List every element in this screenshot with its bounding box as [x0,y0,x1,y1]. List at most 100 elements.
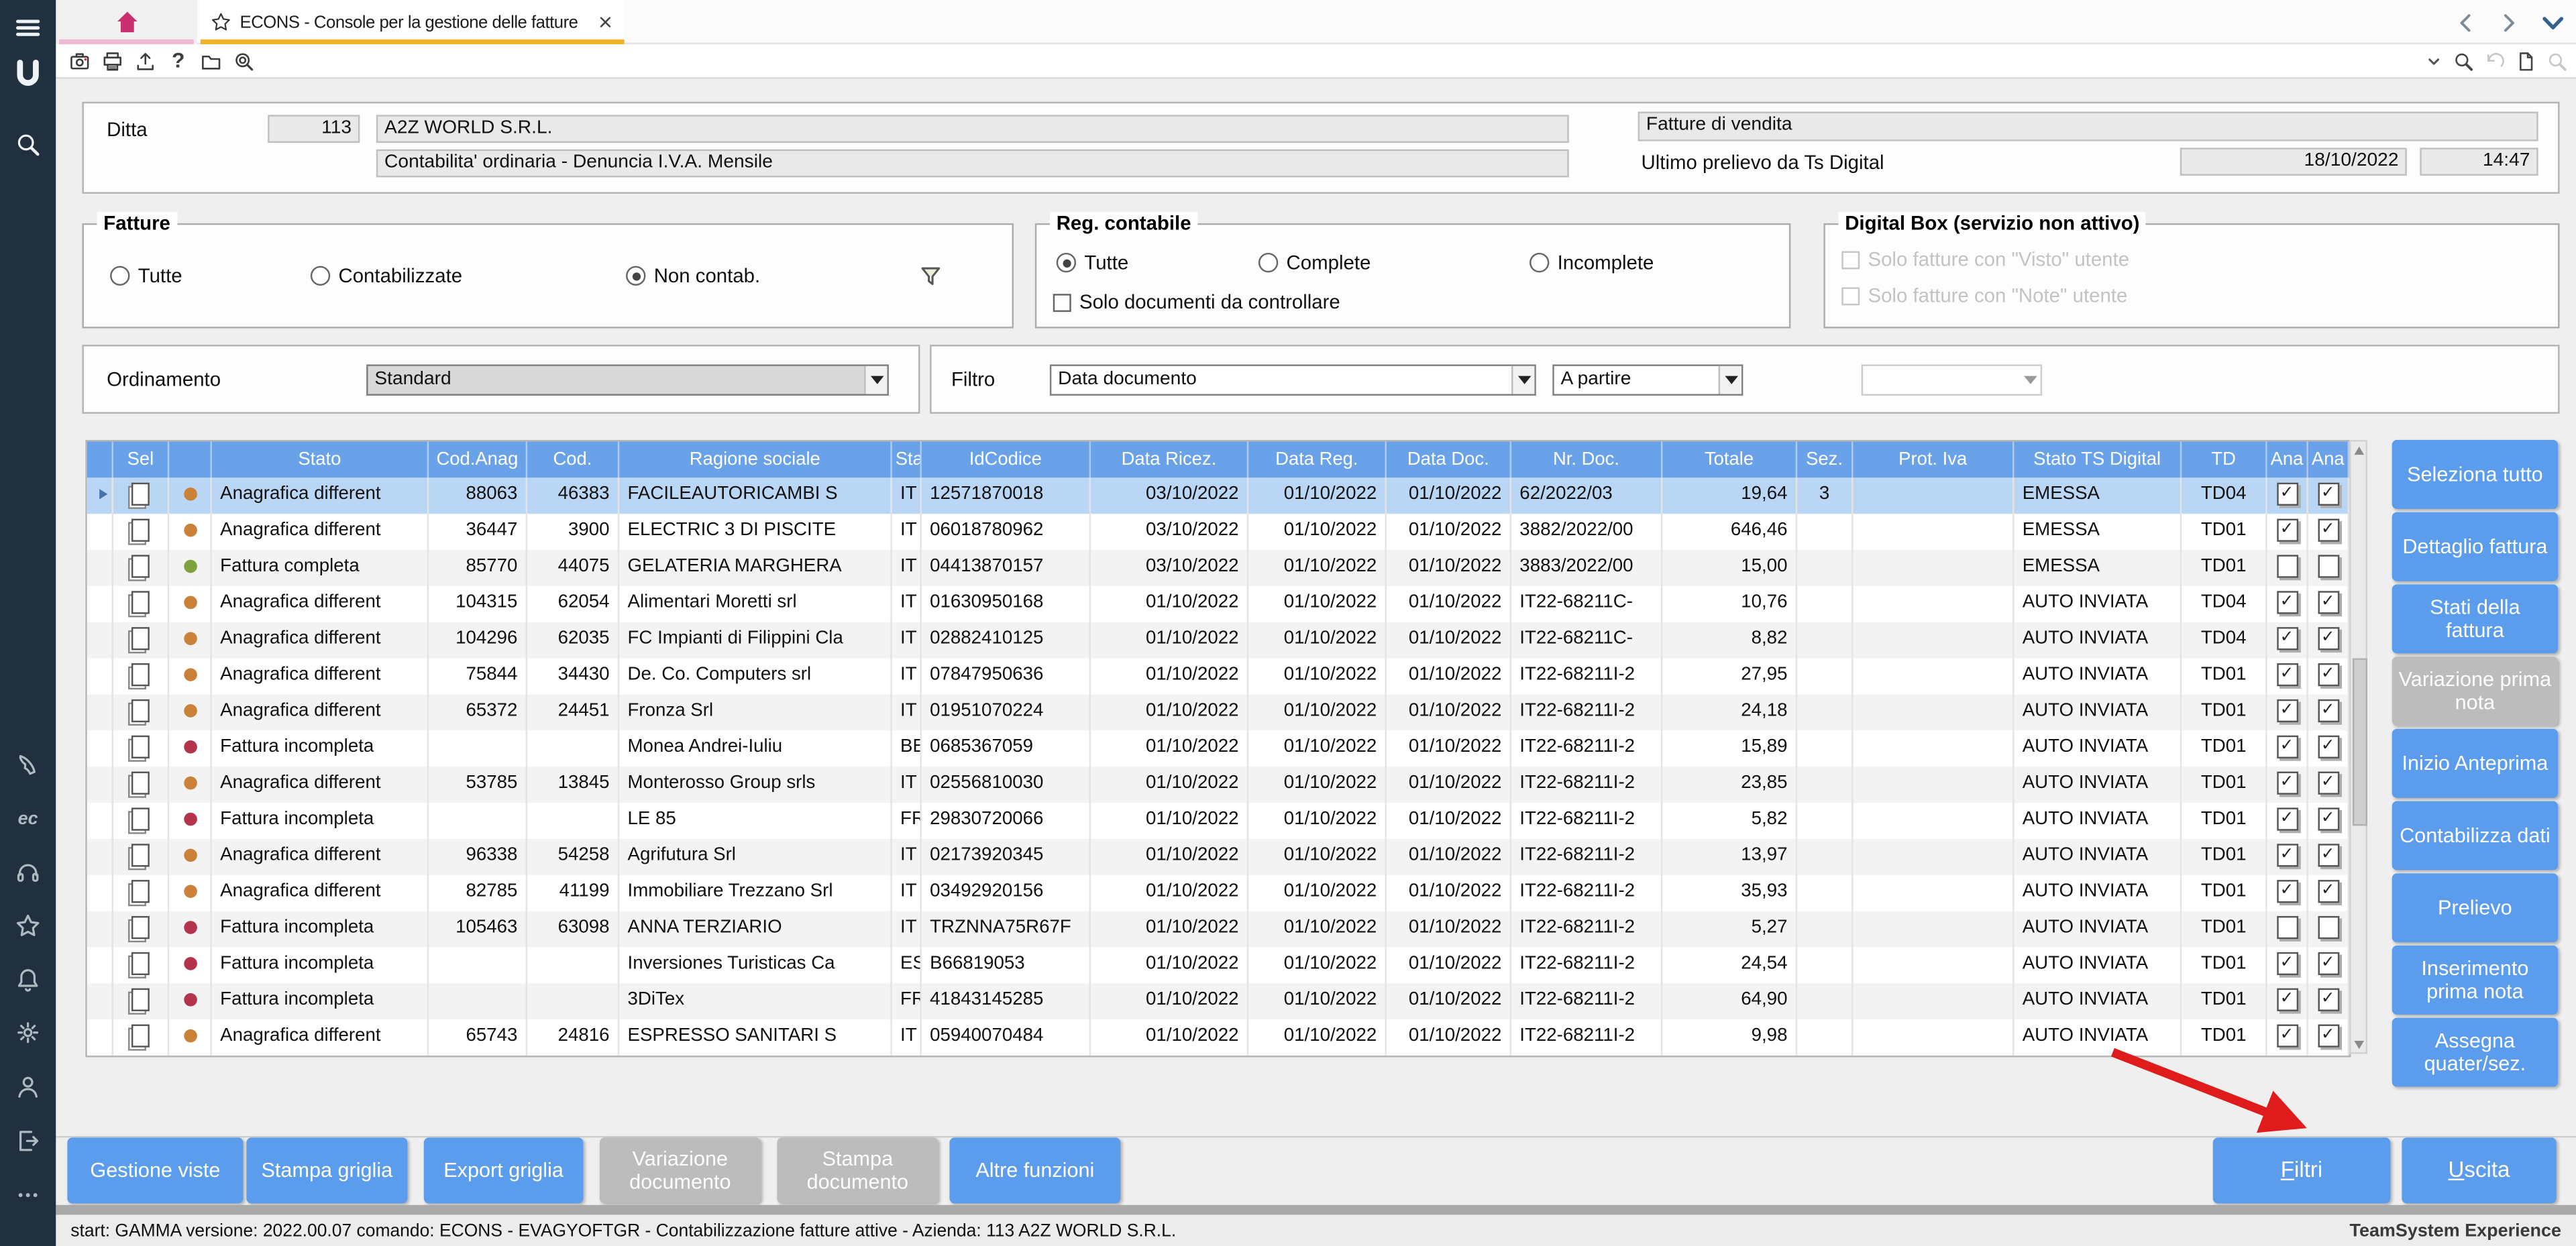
ana-checkbox[interactable]: ✓ [2276,880,2298,903]
table-row[interactable]: Anagrafica different364473900ELECTRIC 3 … [87,514,2349,550]
bottom-button-gestione-viste[interactable]: Gestione viste [67,1137,243,1203]
ana-checkbox[interactable]: ✓ [2317,663,2339,686]
radio-incomplete[interactable]: Incomplete [1529,251,1654,274]
side-button-prelievo[interactable]: Prelievo [2392,873,2558,942]
ana-checkbox[interactable]: ✓ [2276,988,2298,1011]
column-header-stato[interactable]: Stato [212,442,429,478]
row-select-checkbox[interactable] [131,988,150,1011]
radio-circle[interactable] [311,266,330,286]
bottom-button-altre-funzioni[interactable]: Altre funzioni [950,1137,1121,1203]
row-select-checkbox[interactable] [131,880,150,903]
radio-circle[interactable] [1057,253,1076,272]
row-select-checkbox[interactable] [131,1025,150,1047]
radio-complete[interactable]: Complete [1258,251,1371,274]
ana-checkbox[interactable] [2317,916,2339,939]
side-button-inizio-anteprima[interactable]: Inizio Anteprima [2392,729,2558,798]
column-header-prot[interactable]: Prot. Iva [1853,442,2014,478]
ana-checkbox[interactable]: ✓ [2317,736,2339,758]
column-header-ind[interactable] [87,442,113,478]
row-select-checkbox[interactable] [131,952,150,975]
side-button-variazione-prima-nota[interactable]: Variazione prima nota [2392,657,2558,726]
table-row[interactable]: Anagrafica different7584434430De. Co. Co… [87,659,2349,695]
ana-checkbox[interactable]: ✓ [2317,1025,2339,1047]
row-select-checkbox[interactable] [131,591,150,614]
user-icon[interactable] [15,1074,41,1100]
table-row[interactable]: Anagrafica different10431562054Alimentar… [87,586,2349,622]
column-header-ricez[interactable]: Data Ricez. [1091,442,1248,478]
dropdown-arrow-icon[interactable] [864,366,887,394]
bottom-button-export-griglia[interactable]: Export griglia [424,1137,584,1203]
search-light-icon[interactable] [2546,50,2568,72]
ana-checkbox[interactable]: ✓ [2276,591,2298,614]
column-header-id[interactable]: IdCodice [922,442,1091,478]
table-row[interactable]: Fattura completa8577044075GELATERIA MARG… [87,550,2349,586]
side-button-contabilizza-dati[interactable]: Contabilizza dati [2392,801,2558,870]
radio-non-contab-[interactable]: Non contab. [626,264,760,287]
side-button-assegna-quater-sez-[interactable]: Assegna quater/sez. [2392,1018,2558,1087]
row-select-checkbox[interactable] [131,519,150,542]
logout-icon[interactable] [15,1128,41,1154]
row-select-checkbox[interactable] [131,699,150,722]
table-scrollbar[interactable] [2349,440,2367,1054]
column-header-ana2[interactable]: Ana [2308,442,2349,478]
action-button-uscita[interactable]: Uscita [2402,1137,2556,1203]
table-row[interactable]: Anagrafica different8806346383FACILEAUTO… [87,477,2349,514]
zoom-document-icon[interactable] [233,50,255,72]
column-header-tot[interactable]: Totale [1662,442,1797,478]
table-row[interactable]: Fattura incompletaInversiones Turisticas… [87,947,2349,983]
search-icon[interactable] [15,131,41,158]
ana-checkbox[interactable] [2276,555,2298,577]
row-select-checkbox[interactable] [131,483,150,506]
gear-icon[interactable] [15,1019,41,1045]
dropdown-arrow-icon[interactable] [1511,366,1534,394]
bottom-button-variazione-documento[interactable]: Variazione documento [600,1137,761,1203]
more-dots-icon[interactable] [15,1182,41,1208]
table-row[interactable]: Anagrafica different6574324816ESPRESSO S… [87,1019,2349,1056]
upload-icon[interactable] [135,50,156,72]
bottom-button-stampa-griglia[interactable]: Stampa griglia [246,1137,407,1203]
ana-checkbox[interactable]: ✓ [2317,699,2339,722]
ana-checkbox[interactable]: ✓ [2317,952,2339,975]
chevron-right-icon[interactable] [2497,11,2520,34]
row-select-checkbox[interactable] [131,555,150,577]
bell-icon[interactable] [15,967,41,993]
filtro-modo-select[interactable]: A partire [1552,364,1743,396]
ana-checkbox[interactable]: ✓ [2276,519,2298,542]
star-icon[interactable] [15,913,41,939]
document-icon[interactable] [2515,50,2536,72]
radio-circle[interactable] [626,266,645,286]
tipo-fatture-field[interactable]: Fatture di vendita [1638,111,2538,141]
ana-checkbox[interactable] [2317,555,2339,577]
table-row[interactable]: Anagrafica different10429662035FC Impian… [87,622,2349,659]
search-dark-icon[interactable] [2453,50,2474,72]
close-icon[interactable] [596,13,614,32]
checkbox-box[interactable] [1053,293,1071,311]
column-header-cod[interactable]: Cod. [527,442,619,478]
ana-checkbox[interactable]: ✓ [2276,627,2298,650]
table-row[interactable]: Fattura incompleta10546363098ANNA TERZIA… [87,911,2349,948]
phone-icon[interactable] [15,752,41,778]
column-header-reg[interactable]: Data Reg. [1248,442,1387,478]
column-header-ragione[interactable]: Ragione sociale [619,442,892,478]
tab-econs[interactable]: ECONS - Console per la gestione delle fa… [201,0,625,44]
camera-icon[interactable] [69,50,91,72]
chevron-left-icon[interactable] [2455,11,2477,34]
ana-checkbox[interactable]: ✓ [2276,663,2298,686]
table-row[interactable]: Anagrafica different8278541199Immobiliar… [87,875,2349,911]
ana-checkbox[interactable]: ✓ [2317,483,2339,506]
column-header-ana1[interactable]: Ana [2267,442,2308,478]
ana-checkbox[interactable]: ✓ [2276,807,2298,830]
column-header-td[interactable]: TD [2182,442,2267,478]
row-select-checkbox[interactable] [131,772,150,795]
filtro-valore-select[interactable] [1862,364,2042,396]
column-header-ts[interactable]: Stato TS Digital [2014,442,2182,478]
ana-checkbox[interactable] [2276,916,2298,939]
help-icon[interactable]: ? [168,50,189,72]
ana-checkbox[interactable]: ✓ [2276,772,2298,795]
filtro-campo-select[interactable]: Data documento [1050,364,1536,396]
home-button[interactable] [56,0,197,44]
scrollbar-thumb[interactable] [2353,659,2367,826]
ana-checkbox[interactable]: ✓ [2276,699,2298,722]
ordinamento-select[interactable]: Standard [366,364,889,396]
column-header-sta[interactable]: Sta [892,442,922,478]
